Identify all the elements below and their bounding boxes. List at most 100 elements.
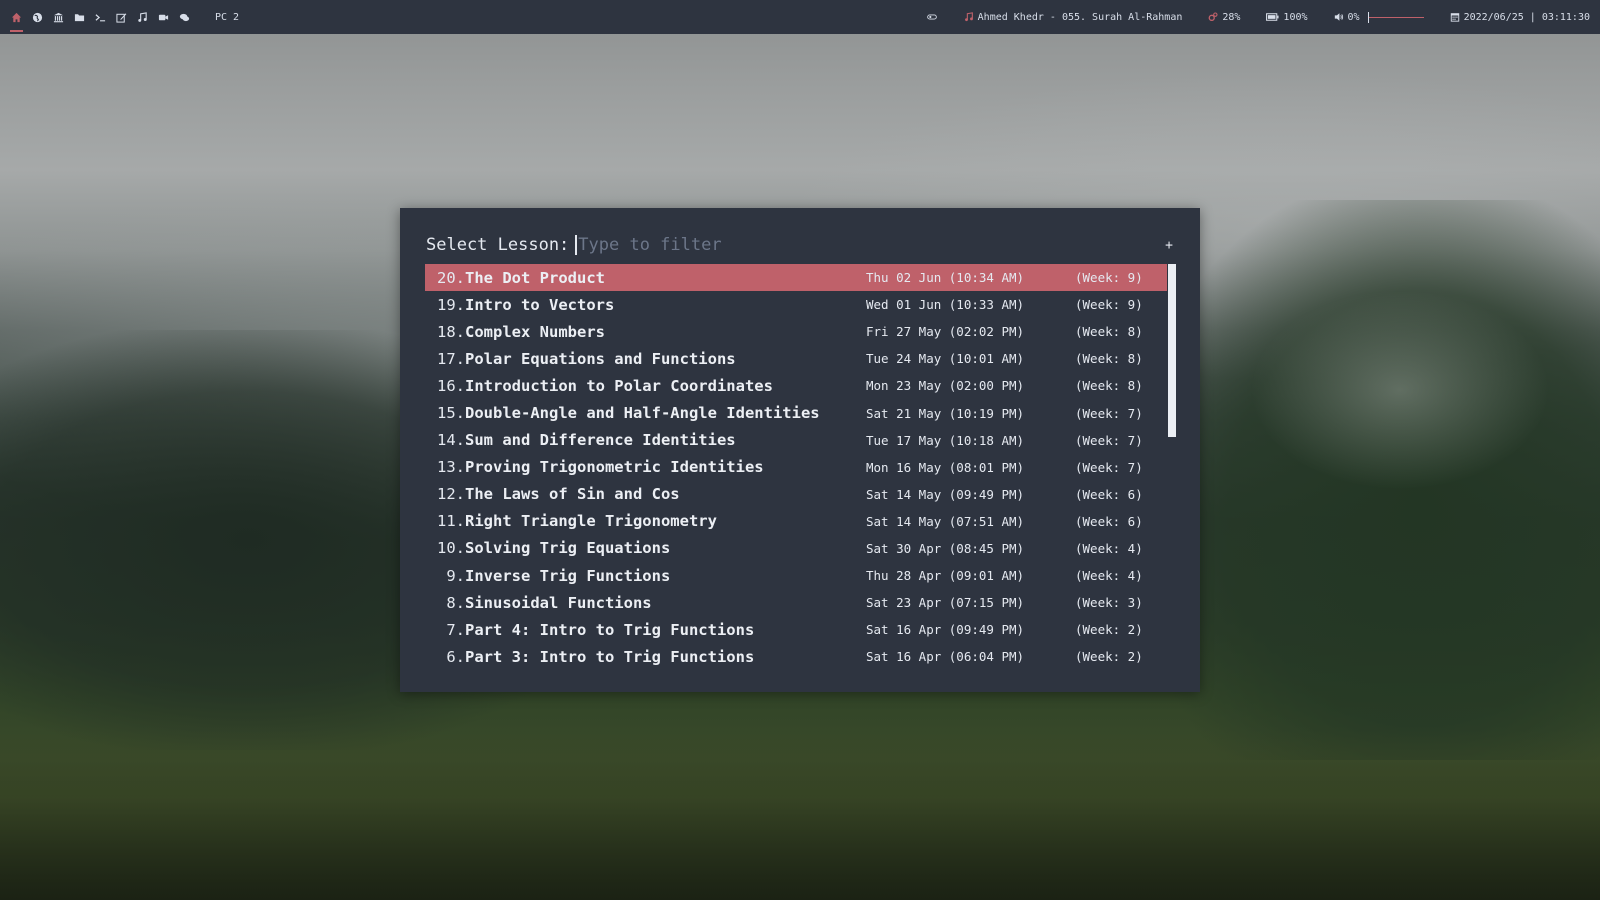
lesson-week: (Week: 7) bbox=[1075, 432, 1143, 448]
volume-slider[interactable] bbox=[1367, 11, 1424, 23]
lesson-week: (Week: 7) bbox=[1075, 405, 1143, 421]
battery-icon bbox=[1266, 13, 1279, 21]
lesson-title: Intro to Vectors bbox=[465, 295, 615, 314]
lesson-date: Mon 23 May (02:00 PM) bbox=[866, 378, 1025, 394]
lesson-row[interactable]: 17. Polar Equations and Functions Tue 24 M… bbox=[425, 345, 1167, 372]
link-toggle[interactable] bbox=[926, 12, 938, 22]
lesson-week: (Week: 2) bbox=[1075, 622, 1143, 638]
workspace-chat[interactable] bbox=[174, 0, 195, 34]
workspace-music[interactable] bbox=[132, 0, 153, 34]
workspace-browser[interactable] bbox=[27, 0, 48, 34]
lesson-date: Mon 16 May (08:01 PM) bbox=[866, 459, 1025, 475]
lesson-number: 8. bbox=[446, 593, 465, 612]
lesson-week: (Week: 6) bbox=[1075, 486, 1143, 502]
text-caret bbox=[575, 235, 578, 255]
lesson-title: Introduction to Polar Coordinates bbox=[465, 376, 773, 395]
cpu-status: 28% bbox=[1208, 12, 1240, 23]
lesson-number: 16. bbox=[437, 376, 465, 395]
lesson-week: (Week: 4) bbox=[1075, 568, 1143, 584]
lesson-number: 10. bbox=[437, 539, 465, 558]
volume-control[interactable]: 0% bbox=[1334, 11, 1424, 23]
lesson-list: 20. The Dot Product Thu 02 Jun (10:34 AM) (… bbox=[425, 264, 1167, 670]
lesson-number: 12. bbox=[437, 485, 465, 504]
workspace-video[interactable] bbox=[153, 0, 174, 34]
lesson-week: (Week: 2) bbox=[1075, 649, 1143, 665]
lesson-date: Sat 14 May (09:49 PM) bbox=[866, 486, 1025, 502]
lesson-number: 20. bbox=[437, 268, 465, 287]
lesson-row[interactable]: 16. Introduction to Polar Coordinates Mon … bbox=[425, 372, 1167, 399]
home-icon bbox=[11, 12, 22, 22]
volume-icon bbox=[1334, 13, 1343, 21]
lesson-row[interactable]: 11. Right Triangle Trigonometry Sat 14 May… bbox=[425, 508, 1167, 535]
lesson-row[interactable]: 10. Solving Trig Equations Sat 30 Apr (08:… bbox=[425, 535, 1167, 562]
lesson-date: Sat 14 May (07:51 AM) bbox=[866, 513, 1025, 529]
lesson-number: 17. bbox=[437, 349, 465, 368]
lesson-week: (Week: 6) bbox=[1075, 513, 1143, 529]
lesson-row[interactable]: 13. Proving Trigonometric Identities Mon 1… bbox=[425, 454, 1167, 481]
calendar-icon bbox=[1450, 13, 1459, 22]
lesson-week: (Week: 7) bbox=[1075, 459, 1143, 475]
lesson-row[interactable]: 7. Part 4: Intro to Trig Functions Sat 16 … bbox=[425, 616, 1167, 643]
workspace-home[interactable] bbox=[6, 0, 27, 34]
add-lesson-button[interactable]: + bbox=[1162, 238, 1176, 253]
workspace-terminal[interactable] bbox=[90, 0, 111, 34]
lesson-row[interactable]: 15. Double-Angle and Half-Angle Identitie… bbox=[425, 399, 1167, 426]
status-area: Ahmed Khedr - 055. Surah Al-Rahman 28% 1… bbox=[900, 11, 1600, 23]
workspace-files[interactable] bbox=[69, 0, 90, 34]
lesson-week: (Week: 8) bbox=[1075, 351, 1143, 367]
lesson-date: Thu 02 Jun (10:34 AM) bbox=[866, 270, 1025, 286]
lesson-title: The Laws of Sin and Cos bbox=[465, 485, 680, 504]
lesson-title: Complex Numbers bbox=[465, 322, 605, 341]
lesson-row[interactable]: 19. Intro to Vectors Wed 01 Jun (10:33 AM)… bbox=[425, 291, 1167, 318]
wallpaper-mist bbox=[1250, 290, 1550, 490]
filter-input[interactable] bbox=[578, 235, 1079, 255]
lesson-number: 11. bbox=[437, 512, 465, 531]
folder-icon bbox=[74, 13, 85, 21]
wallpaper-grass bbox=[0, 730, 1600, 900]
lesson-number: 9. bbox=[446, 566, 465, 585]
now-playing-text: Ahmed Khedr - 055. Surah Al-Rahman bbox=[977, 11, 1183, 23]
volume-value: 0% bbox=[1347, 11, 1360, 23]
workspace-editor[interactable] bbox=[111, 0, 132, 34]
battery-value: 100% bbox=[1283, 11, 1308, 23]
link-icon bbox=[926, 14, 937, 20]
lesson-number: 14. bbox=[437, 431, 465, 450]
prompt-label: Select Lesson: bbox=[426, 235, 570, 255]
lesson-number: 13. bbox=[437, 458, 465, 477]
music-note-icon bbox=[964, 12, 973, 22]
lesson-row[interactable]: 12. The Laws of Sin and Cos Sat 14 May (09… bbox=[425, 481, 1167, 508]
lesson-title: Proving Trigonometric Identities bbox=[465, 458, 764, 477]
lesson-week: (Week: 8) bbox=[1075, 378, 1143, 394]
edit-icon bbox=[116, 12, 127, 23]
lesson-title: Right Triangle Trigonometry bbox=[465, 512, 717, 531]
lesson-week: (Week: 9) bbox=[1075, 270, 1143, 286]
lesson-selector-dialog: Select Lesson: + 20.The Dot Product Thu 0… bbox=[400, 208, 1200, 692]
lesson-date: Sat 21 May (10:19 PM) bbox=[866, 405, 1025, 421]
lesson-week: (Week: 8) bbox=[1075, 324, 1143, 340]
clock[interactable]: 2022/06/25 | 03:11:30 bbox=[1450, 12, 1590, 23]
lesson-date: Wed 01 Jun (10:33 AM) bbox=[866, 297, 1025, 313]
lesson-row[interactable]: 18. Complex Numbers Fri 27 May (02:02 PM) (… bbox=[425, 318, 1167, 345]
computer-label: PC 2 bbox=[215, 11, 240, 23]
battery-status: 100% bbox=[1266, 11, 1308, 23]
scrollbar[interactable] bbox=[1168, 264, 1176, 437]
chat-icon bbox=[179, 13, 190, 21]
university-icon bbox=[53, 12, 64, 22]
lesson-date: Tue 17 May (10:18 AM) bbox=[866, 432, 1025, 448]
lesson-row[interactable]: 9. Inverse Trig Functions Thu 28 Apr (09:0… bbox=[425, 562, 1167, 589]
workspace-university[interactable] bbox=[48, 0, 69, 34]
lesson-week: (Week: 9) bbox=[1075, 297, 1143, 313]
lesson-number: 18. bbox=[437, 322, 465, 341]
lesson-title: Polar Equations and Functions bbox=[465, 349, 736, 368]
datetime-text: 2022/06/25 | 03:11:30 bbox=[1463, 11, 1590, 23]
now-playing[interactable]: Ahmed Khedr - 055. Surah Al-Rahman bbox=[964, 11, 1183, 23]
lesson-date: Sat 30 Apr (08:45 PM) bbox=[866, 540, 1025, 556]
lesson-row[interactable]: 6. Part 3: Intro to Trig Functions Sat 16 … bbox=[425, 643, 1167, 670]
lesson-row[interactable]: 20. The Dot Product Thu 02 Jun (10:34 AM) (… bbox=[425, 264, 1167, 292]
lesson-title: Part 4: Intro to Trig Functions bbox=[465, 620, 755, 639]
lesson-title: Sinusoidal Functions bbox=[465, 593, 652, 612]
lesson-row[interactable]: 8. Sinusoidal Functions Sat 23 Apr (07:15 … bbox=[425, 589, 1167, 616]
lesson-title: Sum and Difference Identities bbox=[465, 431, 736, 450]
lesson-row[interactable]: 14. Sum and Difference Identities Tue 17 M… bbox=[425, 427, 1167, 454]
lesson-date: Tue 24 May (10:01 AM) bbox=[866, 351, 1025, 367]
